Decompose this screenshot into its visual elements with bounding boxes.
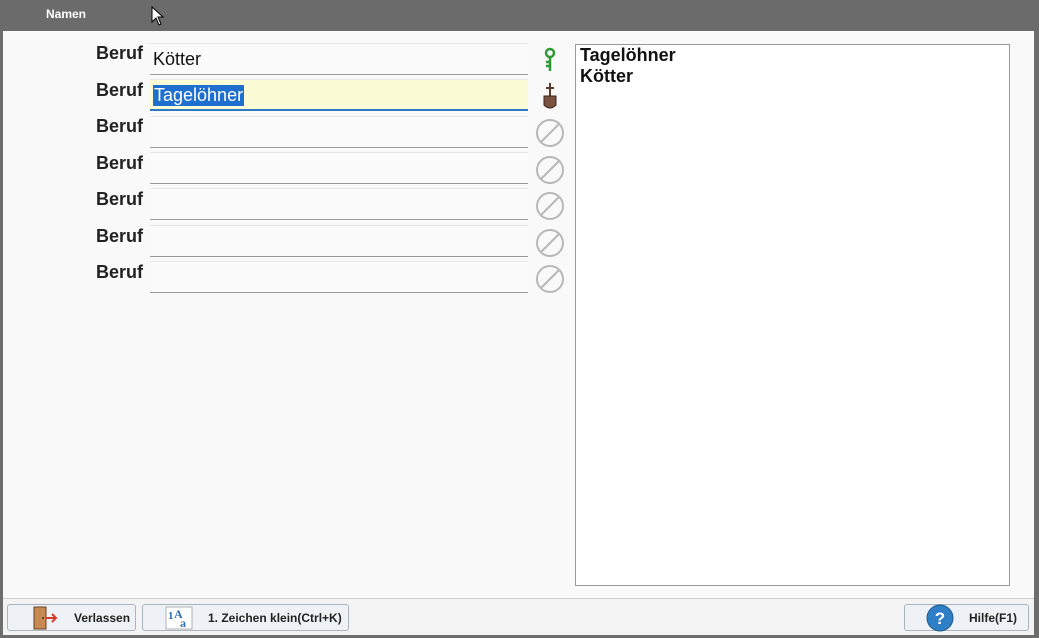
main-panel: Beruf Kötter Beruf Tagelöhner Beruf Beru… — [3, 31, 1034, 635]
beruf-label: Beruf — [95, 116, 143, 136]
green-key-icon[interactable] — [535, 45, 565, 75]
beruf-input-1[interactable]: Kötter — [150, 43, 528, 75]
shovel-icon[interactable] — [535, 81, 565, 111]
svg-text:1: 1 — [168, 610, 174, 622]
beruf-label: Beruf — [95, 189, 143, 209]
beruf-input-4[interactable] — [150, 152, 528, 184]
disabled-icon — [535, 228, 565, 258]
beruf-value: Kötter — [153, 49, 202, 69]
window-title: Namen — [46, 7, 87, 21]
disabled-icon — [535, 155, 565, 185]
beruf-input-5[interactable] — [150, 188, 528, 220]
beruf-label: Beruf — [95, 226, 143, 246]
beruf-input-6[interactable] — [150, 225, 528, 257]
svg-text:a: a — [180, 616, 186, 630]
title-bar: Namen — [0, 0, 1039, 31]
beruf-label: Beruf — [95, 262, 143, 282]
bottom-toolbar: Verlassen 1 A a 1. Zeichen klein(Ctrl+K)… — [3, 598, 1034, 635]
beruf-input-3[interactable] — [150, 116, 528, 148]
disabled-icon — [535, 191, 565, 221]
help-icon: ? — [926, 604, 954, 635]
disabled-icon — [535, 264, 565, 294]
beruf-label: Beruf — [95, 80, 143, 100]
preview-box: Tagelöhner Kötter — [575, 44, 1010, 586]
preview-line: Tagelöhner — [580, 45, 676, 65]
beruf-label: Beruf — [95, 153, 143, 173]
beruf-input-7[interactable] — [150, 261, 528, 293]
beruf-label: Beruf — [95, 43, 143, 63]
exit-label: Verlassen — [74, 611, 131, 625]
svg-text:?: ? — [935, 609, 945, 628]
help-label: Hilfe(F1) — [969, 611, 1017, 625]
lowercase-first-char-button[interactable]: 1 A a 1. Zeichen klein(Ctrl+K) — [142, 604, 349, 631]
lowercase-label: 1. Zeichen klein(Ctrl+K) — [208, 611, 342, 625]
door-exit-icon — [32, 606, 58, 633]
text-case-icon: 1 A a — [165, 606, 193, 633]
beruf-value-selected: Tagelöhner — [153, 85, 245, 106]
preview-line: Kötter — [580, 66, 633, 86]
beruf-input-2[interactable]: Tagelöhner — [150, 79, 528, 111]
help-button[interactable]: ? Hilfe(F1) — [904, 604, 1029, 632]
disabled-icon — [535, 118, 565, 148]
mouse-cursor-icon — [151, 5, 165, 31]
exit-button[interactable]: Verlassen — [7, 604, 136, 631]
